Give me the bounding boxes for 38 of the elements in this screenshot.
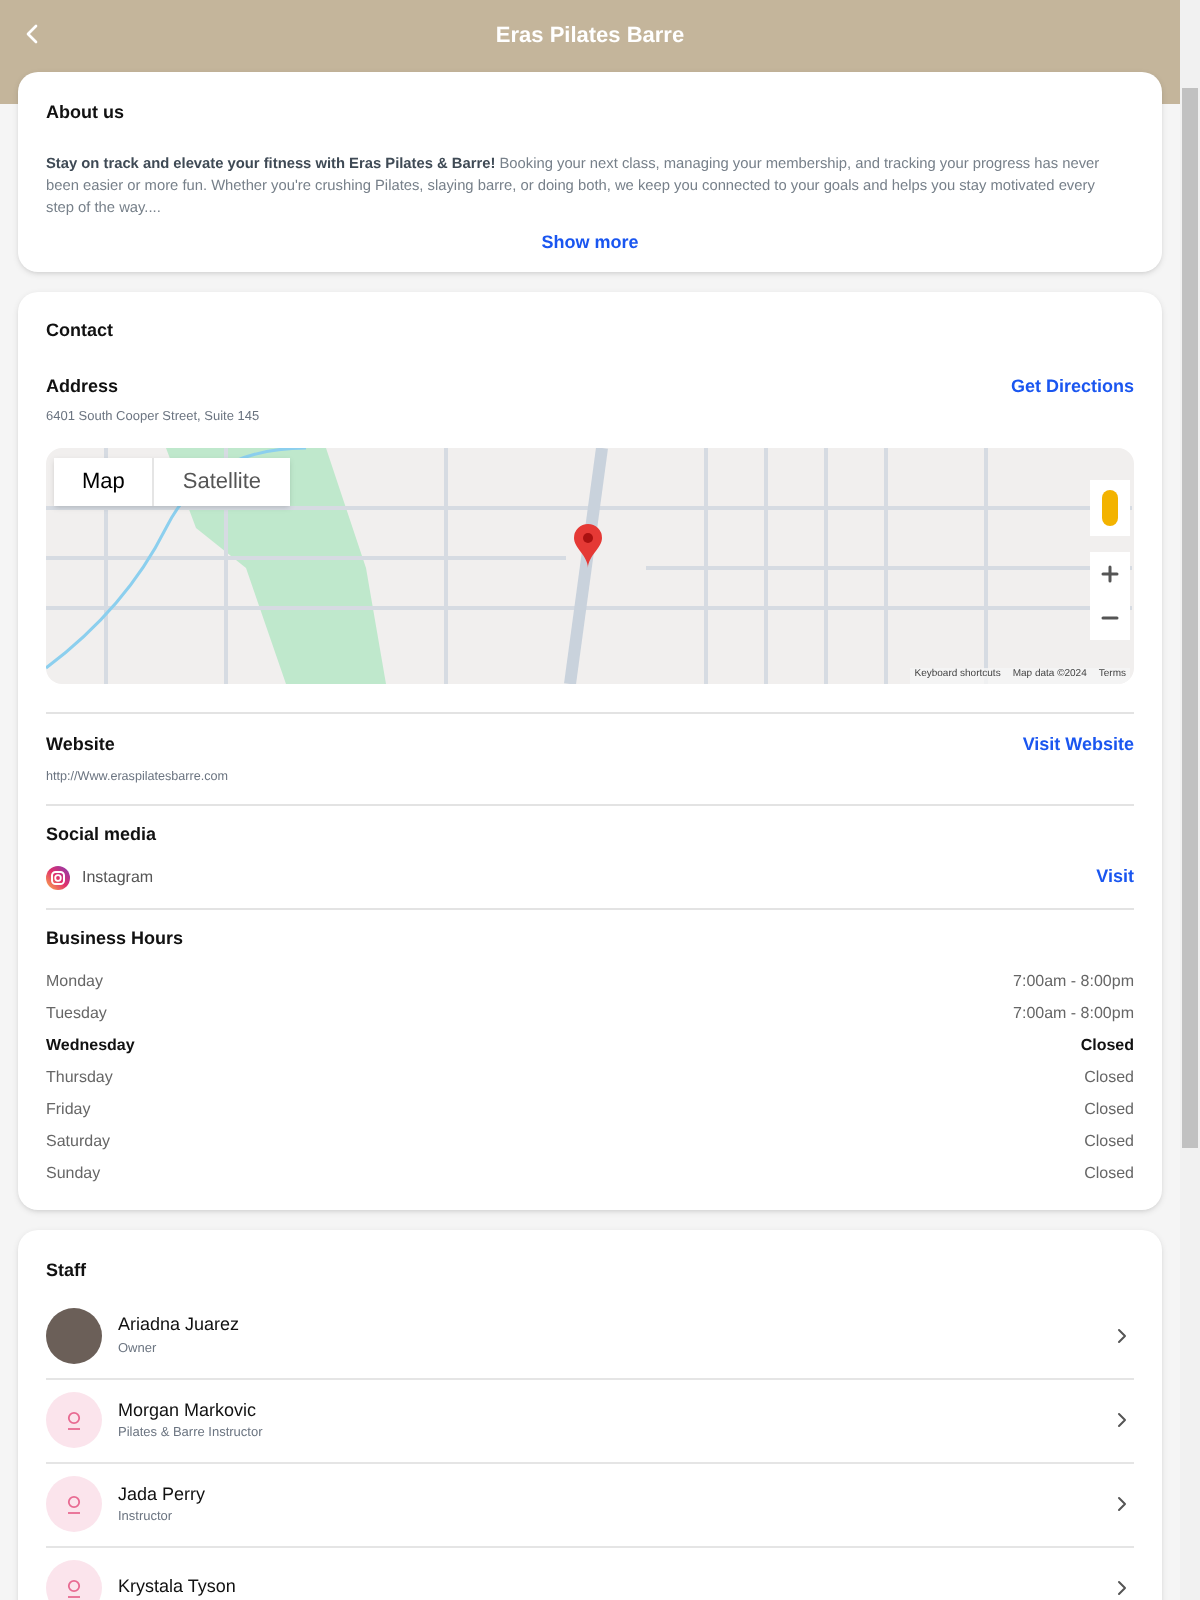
instagram-icon: [46, 865, 70, 890]
staff-name: Krystala Tyson: [118, 1574, 238, 1600]
day-name: Monday: [46, 970, 103, 995]
opening-hours: 7:00am - 8:00pm: [1013, 970, 1134, 995]
section-label: Website: [46, 731, 115, 758]
map-type-tab[interactable]: Map: [54, 457, 153, 506]
section-label: Business Hours: [46, 925, 186, 952]
opening-hours: Closed: [1084, 1162, 1134, 1187]
opening-hours: Closed: [1084, 1098, 1134, 1123]
plus-icon: [1098, 561, 1122, 586]
day-name: Tuesday: [46, 1002, 107, 1027]
opening-hours: 7:00am - 8:00pm: [1013, 1002, 1134, 1027]
social-name: Instagram: [82, 865, 154, 890]
section-label: Social media: [46, 821, 159, 848]
day-name: Thursday: [46, 1066, 113, 1091]
opening-hours: Closed: [1080, 1034, 1134, 1059]
staff-row[interactable]: Krystala Tyson: [46, 1545, 1134, 1600]
staff-name: Morgan Markovic: [118, 1397, 259, 1424]
map-type-tab[interactable]: Satellite: [152, 457, 290, 506]
card-title: About us: [46, 100, 126, 126]
day-name: Sunday: [46, 1162, 101, 1187]
page-title: Eras Pilates Barre: [495, 22, 685, 52]
card-title: Contact: [46, 318, 115, 344]
opening-hours: Closed: [1084, 1130, 1134, 1155]
staff-name: Jada Perry: [118, 1481, 208, 1508]
visit-website-link[interactable]: Visit Website: [1022, 731, 1134, 759]
show-more-link[interactable]: Show more: [541, 229, 639, 256]
card-title: Staff: [46, 1258, 88, 1285]
opening-hours: Closed: [1084, 1066, 1134, 1091]
day-name: Wednesday: [46, 1034, 135, 1059]
day-name: Friday: [46, 1098, 91, 1123]
day-name: Saturday: [46, 1130, 111, 1155]
scrollbar-thumb[interactable]: [1182, 88, 1198, 1148]
staff-name: Ariadna Juarez: [118, 1312, 242, 1339]
section-label: Address: [46, 373, 119, 399]
visit-link[interactable]: Visit: [1096, 864, 1134, 892]
directions-link[interactable]: Get Directions: [1010, 373, 1134, 400]
map-pin-icon: [574, 523, 602, 568]
